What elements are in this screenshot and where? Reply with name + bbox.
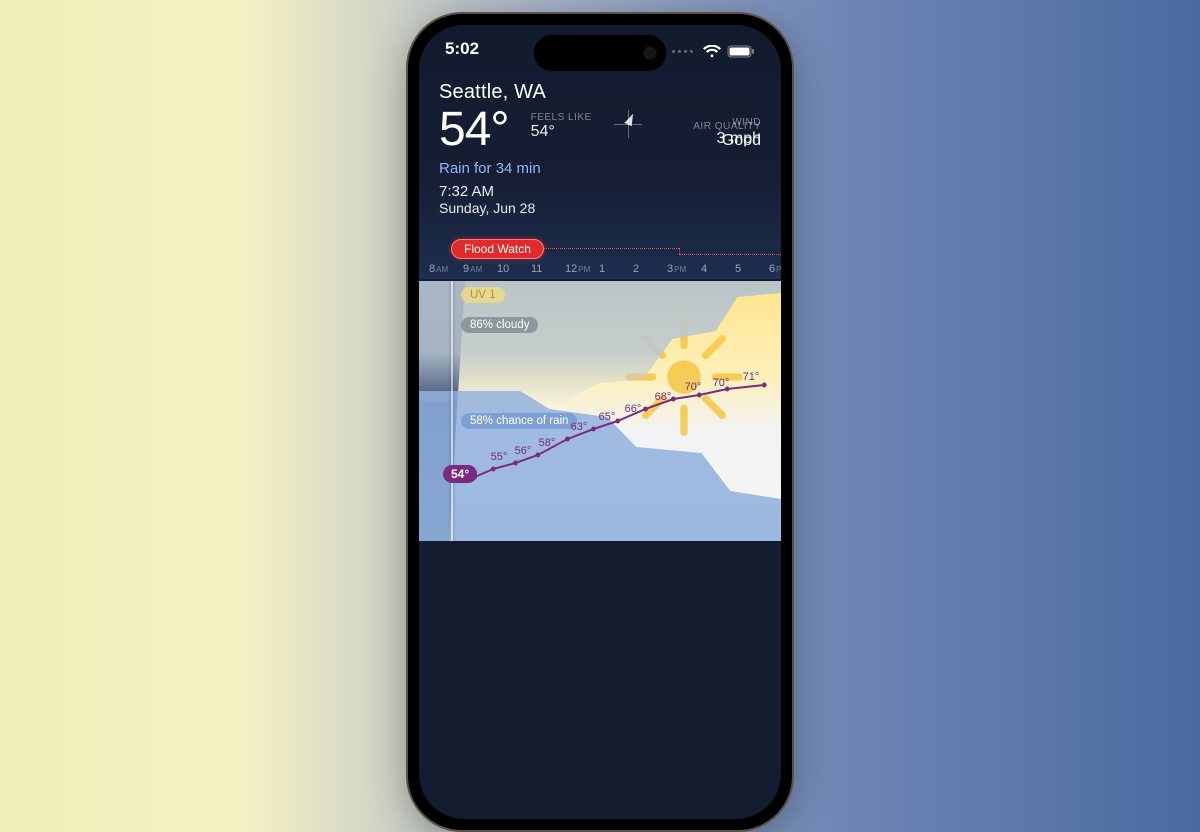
temp-point-label: 71° bbox=[743, 371, 760, 383]
hour-tick: 3PM bbox=[667, 263, 701, 281]
temp-point-label: 56° bbox=[515, 445, 532, 457]
local-date: Sunday, Jun 28 bbox=[439, 200, 761, 216]
hour-tick: 11 bbox=[531, 263, 565, 281]
weather-header: Seattle, WA 54° FEELS LIKE 54° WIND 3 mp… bbox=[439, 81, 761, 216]
hour-ticks: 8AM9AM101112PM123PM456PM bbox=[419, 263, 781, 281]
temp-point-label: 65° bbox=[599, 411, 616, 423]
screen: 5:02 Seattle, WA 54° bbox=[419, 25, 781, 819]
air-quality-label: AIR QUALITY bbox=[693, 121, 761, 132]
hour-tick: 2 bbox=[633, 263, 667, 281]
hour-tick: 5 bbox=[735, 263, 769, 281]
feels-like-label: FEELS LIKE bbox=[531, 112, 592, 123]
temp-point-label: 68° bbox=[655, 391, 672, 403]
wind-compass-icon bbox=[614, 110, 642, 138]
battery-icon bbox=[727, 45, 755, 58]
local-time: 7:32 AM bbox=[439, 183, 761, 200]
hour-tick: 1 bbox=[599, 263, 633, 281]
temp-point-label: 70° bbox=[685, 381, 702, 393]
hour-tick: 4 bbox=[701, 263, 735, 281]
dynamic-island bbox=[534, 35, 666, 71]
front-camera-icon bbox=[644, 47, 656, 59]
temp-point-label: 55° bbox=[491, 451, 508, 463]
side-button bbox=[406, 124, 408, 156]
phone-screen-bezel: 5:02 Seattle, WA 54° bbox=[411, 17, 789, 827]
temp-point-label: 66° bbox=[625, 403, 642, 415]
hour-tick: 9AM bbox=[463, 263, 497, 281]
weather-alert-pill[interactable]: Flood Watch bbox=[451, 239, 544, 259]
temperature-curve: 55° 56° 58° 63° 65° 66° 68° 70° 70° 71° bbox=[419, 281, 781, 541]
alert-span-line bbox=[539, 249, 781, 250]
air-quality-value: Good bbox=[693, 132, 761, 150]
status-icons bbox=[672, 39, 755, 63]
wifi-icon bbox=[703, 45, 721, 58]
temp-point-label: 70° bbox=[713, 377, 730, 389]
phone-frame: 5:02 Seattle, WA 54° bbox=[406, 12, 794, 832]
forecast-canvas[interactable]: UV 1 86% cloudy 58% chance of rain 54° 5… bbox=[419, 281, 781, 541]
temp-point-label: 63° bbox=[571, 421, 588, 433]
feels-like-value: 54° bbox=[531, 123, 555, 141]
hourly-timeline[interactable]: Flood Watch 8AM9AM101112PM123PM456PM bbox=[419, 249, 781, 819]
current-time-indicator[interactable] bbox=[451, 281, 453, 541]
status-time: 5:02 bbox=[445, 39, 479, 63]
current-temperature: 54° bbox=[439, 106, 509, 154]
hour-tick: 6PM bbox=[769, 263, 781, 281]
location-label[interactable]: Seattle, WA bbox=[439, 81, 761, 104]
hour-tick: 10 bbox=[497, 263, 531, 281]
temp-point-label: 58° bbox=[539, 437, 556, 449]
current-temp-pill[interactable]: 54° bbox=[443, 465, 477, 483]
volume-down-button bbox=[406, 249, 408, 305]
volume-up-button bbox=[406, 179, 408, 235]
hour-tick: 8AM bbox=[429, 263, 463, 281]
hour-tick: 12PM bbox=[565, 263, 599, 281]
recent-app-dots-icon bbox=[672, 50, 693, 53]
forecast-summary[interactable]: Rain for 34 min bbox=[439, 160, 761, 177]
